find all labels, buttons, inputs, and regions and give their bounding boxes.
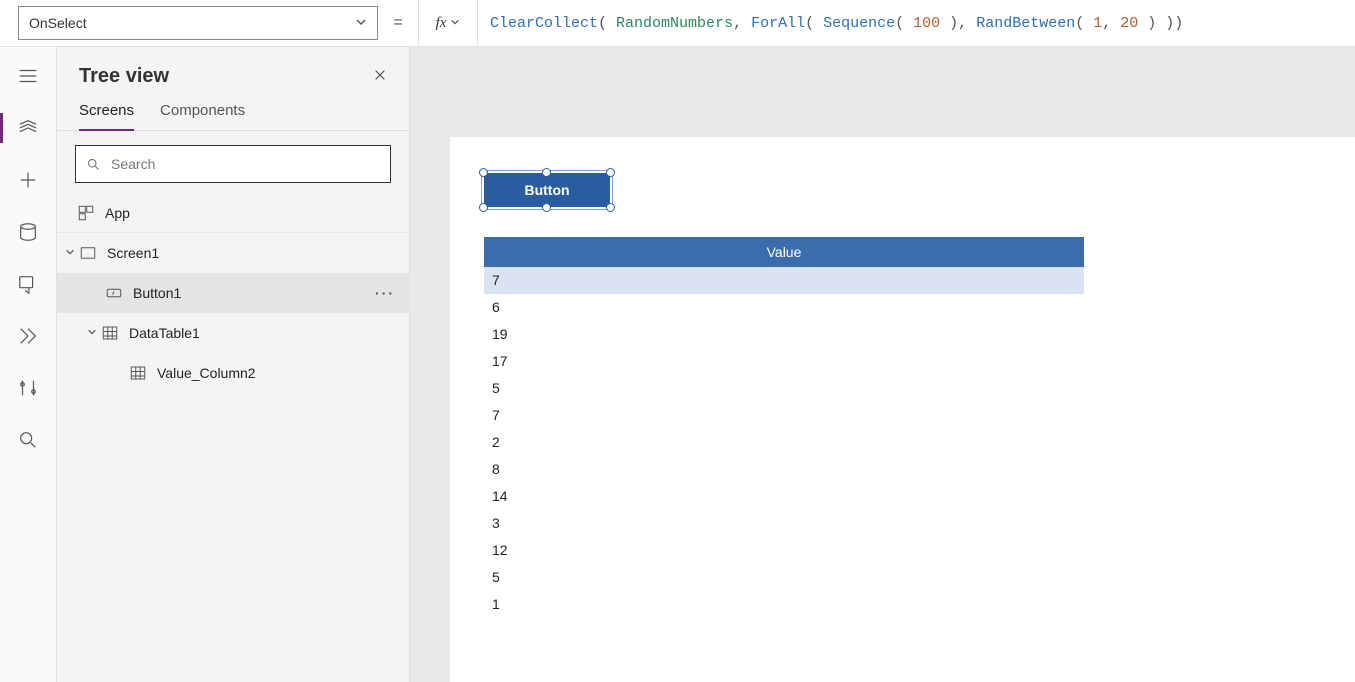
- tree-list: App Screen1 Button1 ···: [57, 193, 409, 682]
- settings-icon[interactable]: [17, 377, 39, 399]
- tree-item-app[interactable]: App: [57, 193, 409, 233]
- tree-item-value-column[interactable]: Value_Column2: [57, 353, 409, 393]
- formula-token: 1: [1093, 15, 1102, 32]
- tree-item-screen1[interactable]: Screen1: [57, 233, 409, 273]
- datatable-row[interactable]: 19: [484, 321, 1084, 348]
- fx-dropdown[interactable]: fx: [418, 0, 478, 46]
- datatable-row[interactable]: 7: [484, 402, 1084, 429]
- resize-handle[interactable]: [606, 203, 615, 212]
- resize-handle[interactable]: [479, 168, 488, 177]
- datatable-row[interactable]: 7: [484, 267, 1084, 294]
- resize-handle[interactable]: [542, 203, 551, 212]
- formula-token: (: [598, 15, 616, 32]
- chevron-down-icon: [450, 17, 460, 30]
- datatable-row[interactable]: 5: [484, 564, 1084, 591]
- tree-view-panel: Tree view Screens Components App: [57, 47, 410, 682]
- formula-token: 20: [1120, 15, 1138, 32]
- tree-view-icon[interactable]: [17, 117, 39, 139]
- formula-token: ForAll: [751, 15, 805, 32]
- datatable-row[interactable]: 3: [484, 510, 1084, 537]
- power-automate-icon[interactable]: [17, 325, 39, 347]
- canvas-button[interactable]: Button: [484, 173, 610, 207]
- app-icon: [77, 204, 95, 222]
- data-icon[interactable]: [17, 221, 39, 243]
- datatable-header[interactable]: Value: [484, 237, 1084, 267]
- formula-token: 100: [913, 15, 940, 32]
- tree-search[interactable]: [75, 145, 391, 183]
- tab-screens[interactable]: Screens: [79, 102, 134, 131]
- formula-token: RandomNumbers: [616, 15, 733, 32]
- formula-input[interactable]: ClearCollect( RandomNumbers, ForAll( Seq…: [478, 0, 1355, 46]
- media-icon[interactable]: [17, 273, 39, 295]
- equals-label: =: [378, 0, 418, 46]
- tree-view-title: Tree view: [79, 65, 169, 88]
- property-dropdown[interactable]: OnSelect: [18, 6, 378, 40]
- formula-token: ,: [1102, 15, 1120, 32]
- resize-handle[interactable]: [606, 168, 615, 177]
- formula-token: ) )): [1138, 15, 1183, 32]
- datatable-row[interactable]: 8: [484, 456, 1084, 483]
- insert-icon[interactable]: [17, 169, 39, 191]
- formula-token: ,: [733, 15, 751, 32]
- tree-item-button1[interactable]: Button1 ···: [57, 273, 409, 313]
- search-icon[interactable]: [17, 429, 39, 451]
- hamburger-icon[interactable]: [17, 65, 39, 87]
- formula-token: (: [1075, 15, 1093, 32]
- datatable-row[interactable]: 2: [484, 429, 1084, 456]
- formula-token: ),: [940, 15, 976, 32]
- tab-components[interactable]: Components: [160, 102, 245, 130]
- screen-icon: [79, 244, 97, 262]
- property-dropdown-value: OnSelect: [29, 15, 87, 31]
- resize-handle[interactable]: [479, 203, 488, 212]
- tree-item-label: Button1: [133, 285, 181, 301]
- canvas-datatable[interactable]: Value 76191757281431251: [484, 237, 1084, 618]
- canvas[interactable]: Button Value 76191757281431251: [410, 47, 1355, 682]
- formula-token: RandBetween: [976, 15, 1075, 32]
- tree-tabs: Screens Components: [57, 88, 409, 131]
- screen-artboard[interactable]: Button Value 76191757281431251: [450, 137, 1355, 682]
- tree-item-label: Screen1: [107, 245, 159, 261]
- tree-item-datatable1[interactable]: DataTable1: [57, 313, 409, 353]
- datatable-row[interactable]: 12: [484, 537, 1084, 564]
- datatable-row[interactable]: 14: [484, 483, 1084, 510]
- resize-handle[interactable]: [542, 168, 551, 177]
- chevron-down-icon[interactable]: [63, 247, 77, 260]
- column-icon: [129, 364, 147, 382]
- formula-token: (: [805, 15, 823, 32]
- formula-bar: OnSelect = fx ClearCollect( RandomNumber…: [0, 0, 1355, 47]
- datatable-row[interactable]: 17: [484, 348, 1084, 375]
- formula-token: Sequence: [823, 15, 895, 32]
- datatable-row[interactable]: 5: [484, 375, 1084, 402]
- tree-search-input[interactable]: [109, 155, 380, 173]
- chevron-down-icon: [355, 15, 367, 31]
- canvas-button-selection[interactable]: Button: [484, 173, 610, 207]
- tree-item-label: DataTable1: [129, 325, 200, 341]
- formula-token: ClearCollect: [490, 15, 598, 32]
- datatable-icon: [101, 324, 119, 342]
- chevron-down-icon[interactable]: [85, 327, 99, 340]
- tree-item-label: Value_Column2: [157, 365, 256, 381]
- formula-token: (: [895, 15, 913, 32]
- left-rail: [0, 47, 57, 682]
- datatable-row[interactable]: 6: [484, 294, 1084, 321]
- fx-label: fx: [436, 15, 447, 32]
- tree-item-label: App: [105, 205, 130, 221]
- datatable-row[interactable]: 1: [484, 591, 1084, 618]
- more-icon[interactable]: ···: [375, 285, 395, 301]
- close-icon[interactable]: [373, 66, 387, 87]
- button-icon: [105, 284, 123, 302]
- search-icon: [86, 157, 101, 172]
